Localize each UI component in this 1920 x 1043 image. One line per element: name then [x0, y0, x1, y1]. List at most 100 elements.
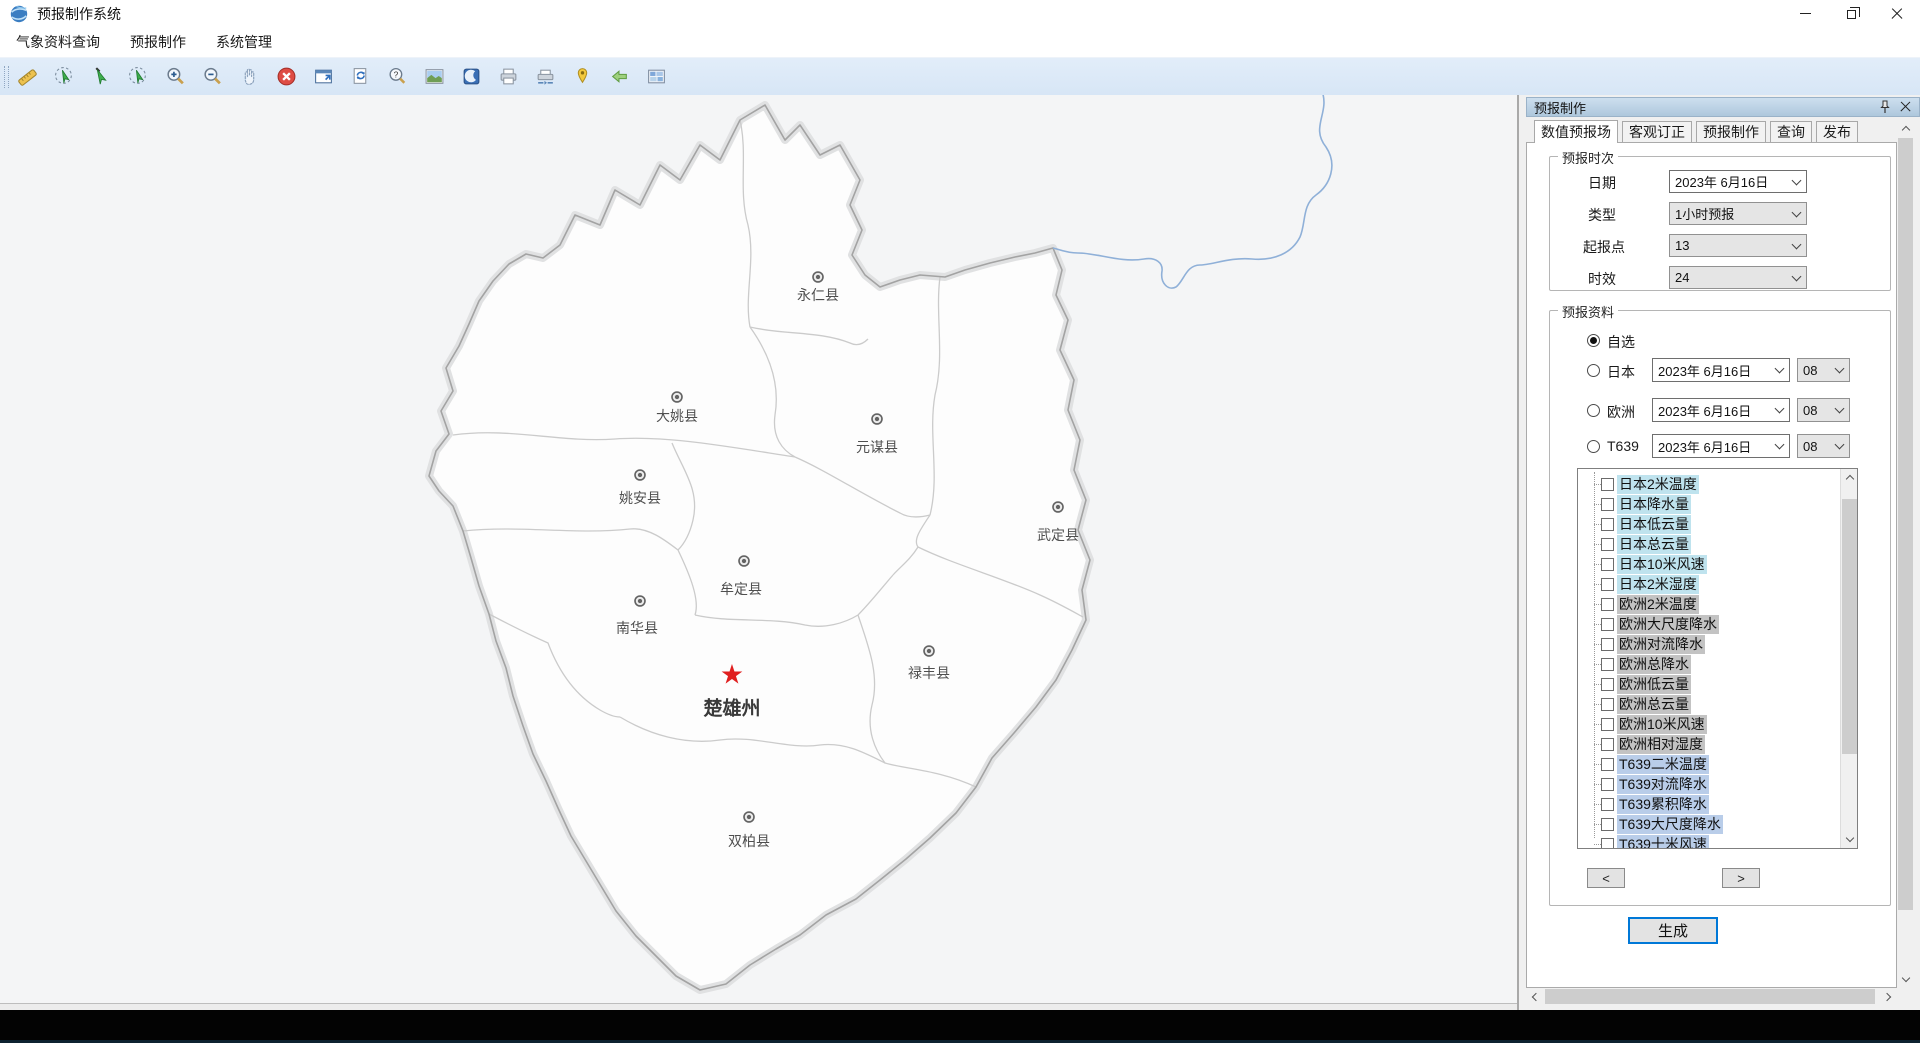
tree-item[interactable]: 欧洲10米风速: [1578, 714, 1857, 734]
tree-item-checkbox[interactable]: [1601, 798, 1614, 811]
zoom-out-icon[interactable]: [194, 62, 231, 92]
image-view-icon[interactable]: [416, 62, 453, 92]
select-area-icon[interactable]: [46, 62, 83, 92]
tree-item-checkbox[interactable]: [1601, 698, 1614, 711]
tree-scroll-thumb[interactable]: [1842, 499, 1857, 754]
tree-item[interactable]: 日本2米湿度: [1578, 574, 1857, 594]
tree-item[interactable]: T639十米风速: [1578, 834, 1857, 849]
stop-icon[interactable]: [268, 62, 305, 92]
tree-item[interactable]: 欧洲总云量: [1578, 694, 1857, 714]
tree-item-checkbox[interactable]: [1601, 778, 1614, 791]
print-icon[interactable]: [490, 62, 527, 92]
type-combo[interactable]: 1小时预报: [1669, 202, 1807, 225]
page-setup-icon[interactable]: [527, 62, 564, 92]
tree-item[interactable]: 欧洲大尺度降水: [1578, 614, 1857, 634]
duration-combo[interactable]: 24: [1669, 266, 1807, 289]
pin-icon[interactable]: [1877, 99, 1893, 115]
tree-item[interactable]: T639累积降水: [1578, 794, 1857, 814]
europe-hour-combo[interactable]: 08: [1797, 398, 1850, 422]
radio-t639[interactable]: [1587, 440, 1600, 453]
europe-date-combo[interactable]: 2023年 6月16日: [1652, 398, 1790, 422]
tree-item-checkbox[interactable]: [1601, 498, 1614, 511]
tree-item[interactable]: T639对流降水: [1578, 774, 1857, 794]
tree-item-checkbox[interactable]: [1601, 618, 1614, 631]
menu-weather-data-query[interactable]: 气象资料查询: [0, 27, 115, 57]
japan-hour-combo[interactable]: 08: [1797, 358, 1850, 382]
generate-button[interactable]: 生成: [1628, 917, 1718, 944]
tree-item[interactable]: 日本10米风速: [1578, 554, 1857, 574]
tree-item[interactable]: 欧洲总降水: [1578, 654, 1857, 674]
date-combo[interactable]: 2023年 6月16日: [1669, 170, 1807, 193]
radio-europe[interactable]: [1587, 404, 1600, 417]
tree-item[interactable]: 欧洲对流降水: [1578, 634, 1857, 654]
panel-vscroll-thumb[interactable]: [1898, 138, 1913, 910]
scroll-down-icon[interactable]: [1897, 971, 1914, 988]
tree-item[interactable]: 日本2米温度: [1578, 474, 1857, 494]
menu-system-management[interactable]: 系统管理: [201, 27, 287, 57]
panel-close-icon[interactable]: [1899, 100, 1913, 114]
tree-item-checkbox[interactable]: [1601, 558, 1614, 571]
tab-objective-correction[interactable]: 客观订正: [1622, 121, 1692, 142]
tree-item[interactable]: 日本总云量: [1578, 534, 1857, 554]
map-canvas[interactable]: 永仁县大姚县元谋县姚安县武定县牟定县南华县禄丰县双柏县 ★ 楚雄州: [0, 95, 1517, 1003]
tree-scrollbar[interactable]: [1840, 469, 1857, 848]
tab-forecast-production[interactable]: 预报制作: [1696, 121, 1766, 142]
select-lasso-icon[interactable]: [120, 62, 157, 92]
close-button[interactable]: [1874, 0, 1920, 27]
restore-button[interactable]: [1828, 0, 1874, 27]
t639-date-combo[interactable]: 2023年 6月16日: [1652, 434, 1790, 458]
minimize-button[interactable]: [1782, 0, 1828, 27]
panel-splitter[interactable]: [1517, 95, 1526, 1010]
select-arrow-icon[interactable]: [83, 62, 120, 92]
tree-item-checkbox[interactable]: [1601, 578, 1614, 591]
map-export-icon[interactable]: [638, 62, 675, 92]
panel-hscroll-thumb[interactable]: [1545, 989, 1875, 1004]
tree-item-checkbox[interactable]: [1601, 658, 1614, 671]
scroll-up-icon[interactable]: [1841, 469, 1858, 486]
zoom-in-icon[interactable]: [157, 62, 194, 92]
pan-hand-icon[interactable]: [231, 62, 268, 92]
tree-item[interactable]: 欧洲低云量: [1578, 674, 1857, 694]
tree-item[interactable]: 欧洲相对湿度: [1578, 734, 1857, 754]
tree-item-checkbox[interactable]: [1601, 538, 1614, 551]
back-arrow-icon[interactable]: [601, 62, 638, 92]
forecast-element-tree[interactable]: 日本2米温度日本降水量日本低云量日本总云量日本10米风速日本2米湿度欧洲2米温度…: [1577, 468, 1858, 849]
location-pin-icon[interactable]: [564, 62, 601, 92]
panel-vertical-scrollbar[interactable]: [1897, 120, 1914, 988]
tab-numeric-forecast-field[interactable]: 数值预报场: [1534, 120, 1618, 143]
refresh-doc-icon[interactable]: [342, 62, 379, 92]
tree-item-checkbox[interactable]: [1601, 598, 1614, 611]
tree-item[interactable]: 欧洲2米温度: [1578, 594, 1857, 614]
scroll-right-icon[interactable]: [1880, 988, 1897, 1005]
tree-item-checkbox[interactable]: [1601, 818, 1614, 831]
prev-button[interactable]: <: [1587, 868, 1625, 888]
start-point-combo[interactable]: 13: [1669, 234, 1807, 257]
fit-window-icon[interactable]: [305, 62, 342, 92]
scroll-up-icon[interactable]: [1897, 120, 1914, 137]
tree-item-checkbox[interactable]: [1601, 718, 1614, 731]
identify-query-icon[interactable]: ?: [379, 62, 416, 92]
tree-item-checkbox[interactable]: [1601, 518, 1614, 531]
tree-item[interactable]: T639二米温度: [1578, 754, 1857, 774]
tree-item-checkbox[interactable]: [1601, 738, 1614, 751]
panel-horizontal-scrollbar[interactable]: [1526, 988, 1897, 1005]
map-swatch-icon[interactable]: [453, 62, 490, 92]
tree-item[interactable]: 日本低云量: [1578, 514, 1857, 534]
tree-item-checkbox[interactable]: [1601, 758, 1614, 771]
tree-item-checkbox[interactable]: [1601, 838, 1614, 850]
scroll-down-icon[interactable]: [1841, 831, 1858, 848]
tree-item-checkbox[interactable]: [1601, 678, 1614, 691]
radio-custom[interactable]: [1587, 334, 1600, 347]
tree-item-checkbox[interactable]: [1601, 638, 1614, 651]
tree-item[interactable]: T639大尺度降水: [1578, 814, 1857, 834]
tab-publish[interactable]: 发布: [1816, 121, 1858, 142]
tree-item[interactable]: 日本降水量: [1578, 494, 1857, 514]
tree-item-checkbox[interactable]: [1601, 478, 1614, 491]
next-button[interactable]: >: [1722, 868, 1760, 888]
tab-query[interactable]: 查询: [1770, 121, 1812, 142]
t639-hour-combo[interactable]: 08: [1797, 434, 1850, 458]
scroll-left-icon[interactable]: [1526, 988, 1543, 1005]
menu-forecast-production[interactable]: 预报制作: [115, 27, 201, 57]
japan-date-combo[interactable]: 2023年 6月16日: [1652, 358, 1790, 382]
measure-ruler-icon[interactable]: [9, 62, 46, 92]
